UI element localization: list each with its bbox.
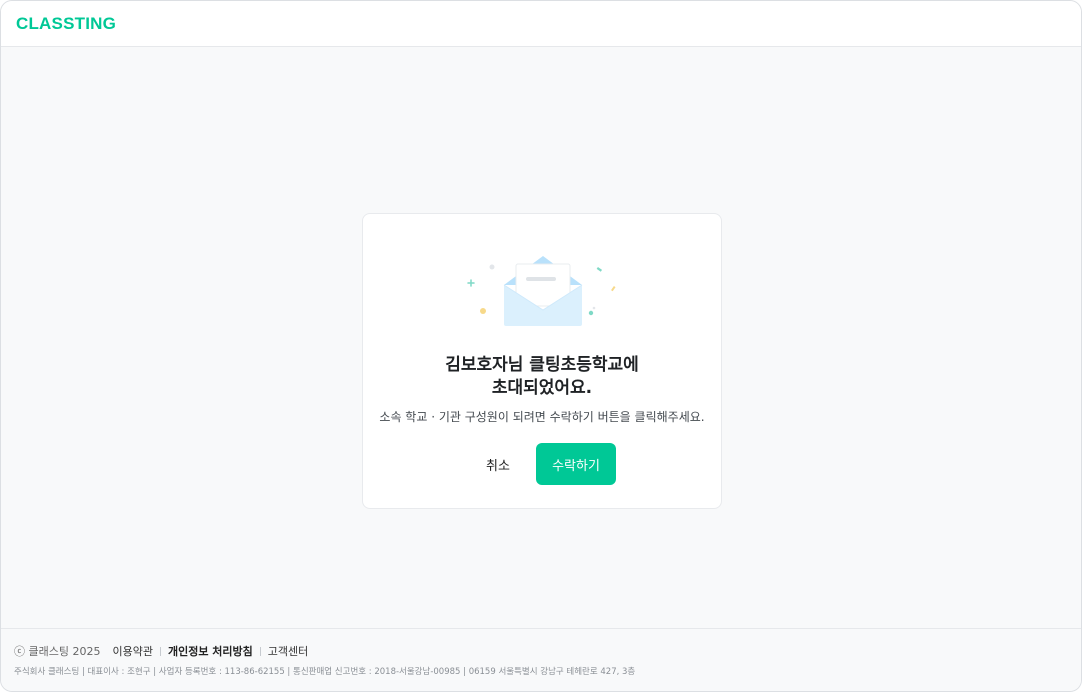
footer-links-row: ⓒ 클래스팅 2025 이용약관 개인정보 처리방침 고객센터 <box>14 643 308 659</box>
terms-link[interactable]: 이용약관 <box>112 643 152 659</box>
invitation-description: 소속 학교 · 기관 구성원이 되려면 수락하기 버튼을 클릭해주세요. <box>379 410 705 424</box>
invitation-card: 김보호자님 클팅초등학교에 초대되었어요. 소속 학교 · 기관 구성원이 되려… <box>362 213 722 509</box>
copyright-text: ⓒ 클래스팅 2025 <box>14 645 101 658</box>
envelope-invitation-icon <box>467 256 616 326</box>
invitation-title-line1: 김보호자님 클팅초등학교에 <box>445 355 639 375</box>
classting-logo[interactable]: CLASSTING <box>16 14 116 34</box>
invitation-title: 김보호자님 클팅초등학교에 초대되었어요. <box>363 354 721 400</box>
footer-divider <box>159 646 161 656</box>
top-bar: CLASSTING <box>1 1 1081 47</box>
footer: ⓒ 클래스팅 2025 이용약관 개인정보 처리방침 고객센터 주식회사 클래스… <box>1 628 1081 691</box>
customer-center-link[interactable]: 고객센터 <box>268 643 308 659</box>
app-window: CLASSTING 김보호자님 클팅초등학교에 초대되었어요. 소속 학교 · … <box>0 0 1082 692</box>
company-info: 주식회사 클래스팅 | 대표이사 : 조현구 | 사업자 등록번호 : 113-… <box>14 667 636 677</box>
invitation-title-line2: 초대되었어요. <box>491 378 593 398</box>
privacy-policy-link[interactable]: 개인정보 처리방침 <box>168 643 253 659</box>
accept-button[interactable]: 수락하기 <box>536 443 616 485</box>
cancel-button[interactable]: 취소 <box>473 444 523 484</box>
footer-divider <box>259 646 261 656</box>
